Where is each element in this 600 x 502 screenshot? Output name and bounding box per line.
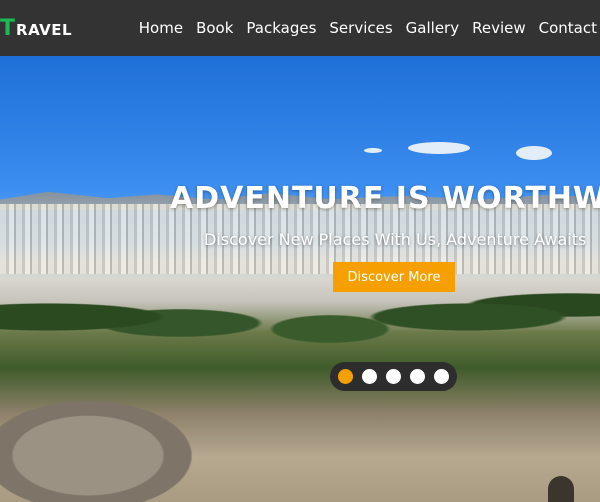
hero-title: ADVENTURE IS WORTHWHIL: [170, 181, 600, 216]
nav-link-services[interactable]: Services: [329, 19, 392, 37]
carousel-dot[interactable]: [386, 369, 401, 384]
nav-link-book[interactable]: Book: [196, 19, 233, 37]
carousel-pagination: [330, 362, 457, 391]
carousel-dot[interactable]: [338, 369, 353, 384]
nav-link-contact[interactable]: Contact: [539, 19, 597, 37]
carousel-dot[interactable]: [410, 369, 425, 384]
cloud: [364, 148, 382, 153]
nav-link-packages[interactable]: Packages: [246, 19, 316, 37]
brand-logo[interactable]: T RAVEL: [0, 16, 72, 41]
navbar: T RAVEL Home Book Packages Services Gall…: [0, 0, 600, 56]
carousel-dot[interactable]: [362, 369, 377, 384]
nav-menu: Home Book Packages Services Gallery Revi…: [139, 19, 597, 37]
nav-link-home[interactable]: Home: [139, 19, 183, 37]
rocky-foreground: [0, 386, 220, 502]
nav-link-gallery[interactable]: Gallery: [406, 19, 459, 37]
brand-logo-text: RAVEL: [16, 20, 73, 39]
hero-section: ADVENTURE IS WORTHWHIL Discover New Plac…: [0, 56, 600, 502]
cloud: [408, 142, 470, 154]
cloud: [516, 146, 552, 160]
carousel-dot[interactable]: [434, 369, 449, 384]
hero-subtitle: Discover New Places With Us, Adventure A…: [204, 230, 587, 249]
discover-more-button[interactable]: Discover More: [333, 262, 455, 292]
person-shadow: [548, 476, 574, 502]
brand-logo-initial: T: [0, 15, 16, 41]
tree-line: [0, 251, 600, 371]
nav-link-review[interactable]: Review: [472, 19, 526, 37]
